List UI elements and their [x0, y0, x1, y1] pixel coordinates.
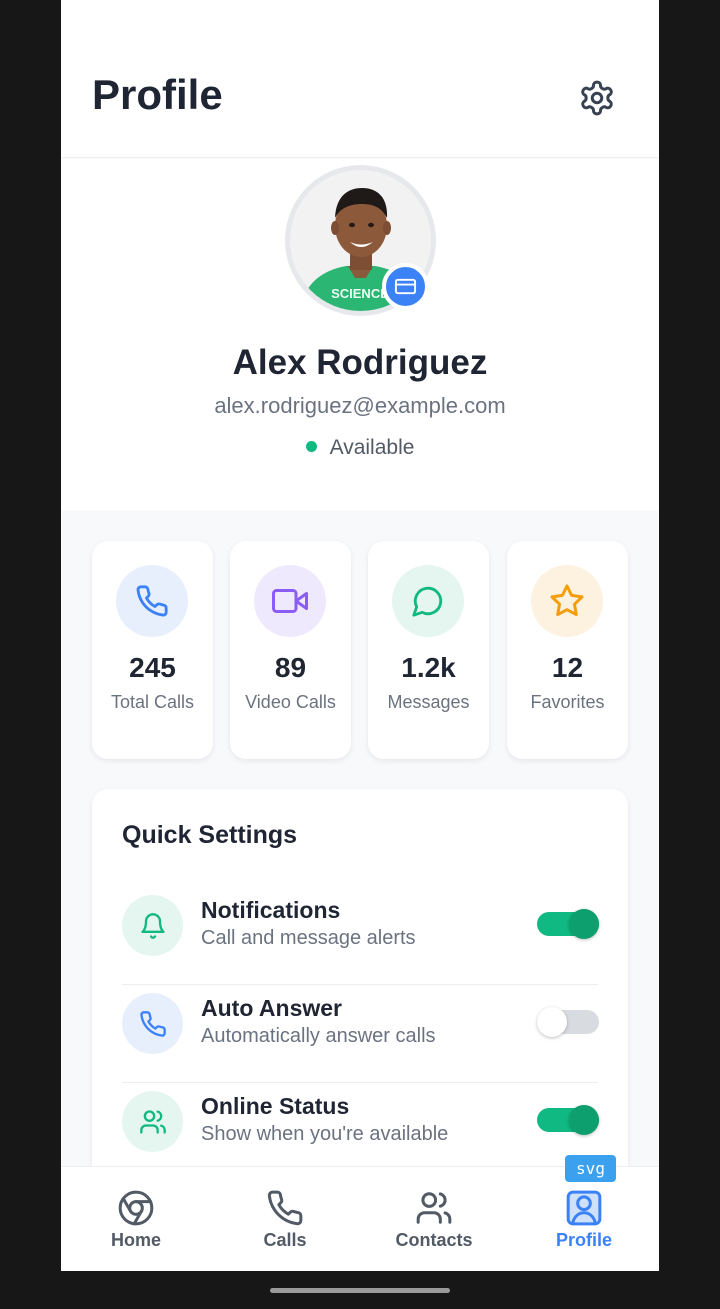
quick-settings-title: Quick Settings [122, 821, 298, 849]
header: Profile [61, 0, 659, 158]
stat-value: 12 [551, 652, 584, 683]
stat-value: 89 [274, 652, 307, 683]
stat-card-messages[interactable]: 1.2k Messages [368, 541, 489, 759]
setting-row-notifications: Notifications Call and message alerts [122, 887, 599, 985]
page-title: Profile [92, 71, 223, 118]
setting-icon-bg [122, 993, 183, 1054]
setting-description: Automatically answer calls [201, 1025, 436, 1047]
status-text: Available [329, 436, 415, 459]
setting-icon-bg [122, 1091, 183, 1152]
debug-tag: svg [565, 1155, 616, 1182]
stat-icon-bg [531, 565, 603, 637]
toggle-knob [569, 909, 599, 939]
users-icon [416, 1192, 452, 1224]
nav-item-home[interactable]: Home [61, 1167, 211, 1271]
stat-label: Favorites [530, 692, 605, 712]
nav-item-calls[interactable]: Calls [210, 1167, 360, 1271]
auto-answer-toggle[interactable] [537, 1007, 599, 1037]
stat-value: 245 [129, 652, 176, 683]
stat-label: Messages [387, 692, 470, 712]
phone-icon [139, 1010, 166, 1037]
setting-label: Online Status [201, 1093, 350, 1119]
toggle-knob [569, 1105, 599, 1135]
phone-icon [267, 1190, 303, 1226]
nav-label: Calls [263, 1230, 307, 1250]
stat-label: Total Calls [110, 692, 195, 712]
status-indicator[interactable]: Available [61, 436, 659, 460]
gear-icon[interactable] [578, 79, 616, 117]
stat-card-video-calls[interactable]: 89 Video Calls [230, 541, 351, 759]
app-screen: Profile SCIENCE Alex Rodriguez alex.rodr… [61, 0, 659, 1271]
user-icon [566, 1190, 602, 1226]
stat-icon-bg [392, 565, 464, 637]
users-icon [139, 1109, 166, 1134]
nav-item-contacts[interactable]: Contacts [359, 1167, 509, 1271]
phone-icon [136, 585, 168, 617]
setting-icon-bg [122, 895, 183, 956]
stat-label: Video Calls [245, 692, 336, 712]
user-email: alex.rodriguez@example.com [214, 393, 506, 418]
setting-description: Show when you're available [201, 1123, 449, 1145]
online-status-toggle[interactable] [537, 1105, 599, 1135]
stat-value: 1.2k [401, 652, 456, 683]
setting-description: Call and message alerts [201, 927, 416, 949]
stat-icon-bg [116, 565, 188, 637]
profile-card: SCIENCE Alex Rodriguez alex.rodriguez@ex… [61, 159, 659, 511]
notifications-toggle[interactable] [537, 909, 599, 939]
setting-row-auto-answer: Auto Answer Automatically answer calls [122, 985, 599, 1083]
bell-icon [140, 912, 165, 939]
svg-text:SCIENCE: SCIENCE [331, 286, 389, 301]
star-icon [550, 584, 584, 617]
status-dot [305, 441, 317, 452]
nav-label: Contacts [395, 1230, 473, 1250]
stat-card-total-calls[interactable]: 245 Total Calls [92, 541, 213, 759]
video-icon [272, 589, 308, 613]
stat-card-favorites[interactable]: 12 Favorites [507, 541, 628, 759]
toggle-knob [537, 1007, 567, 1037]
chrome-icon [118, 1190, 154, 1226]
setting-label: Notifications [201, 897, 341, 923]
user-name: Alex Rodriguez [232, 343, 488, 382]
nav-label: Home [110, 1230, 161, 1250]
stat-icon-bg [254, 565, 326, 637]
nav-item-profile[interactable]: Profile [509, 1167, 659, 1271]
nav-label: Profile [555, 1230, 612, 1250]
message-icon [412, 586, 443, 617]
avatar-edit-badge[interactable] [382, 263, 429, 310]
card-icon [394, 278, 417, 295]
home-indicator[interactable] [270, 1288, 450, 1293]
setting-label: Auto Answer [201, 995, 342, 1021]
